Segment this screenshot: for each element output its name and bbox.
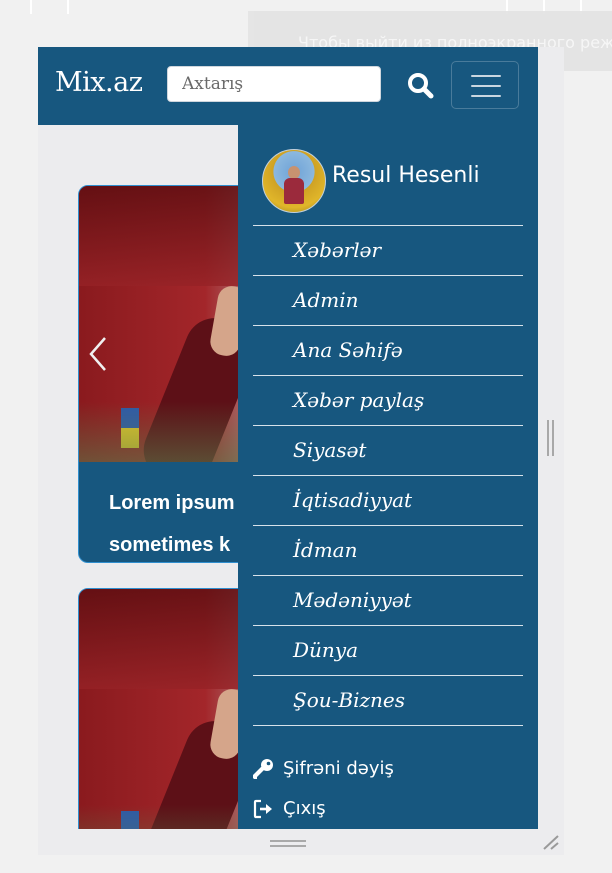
sidebar-nav: Xəbərlər Admin Ana Səhifə Xəbər paylaş S… [253,225,523,726]
sidebar-item-politics[interactable]: Siyasət [253,425,523,475]
navbar-toggle-button[interactable] [451,61,519,109]
ruler-tick [30,0,32,14]
logout-label: Çıxış [283,798,326,819]
navbar: Mix.az [38,47,538,125]
search-icon [408,73,434,99]
bottom-resize-handle[interactable] [270,840,306,847]
sidebar-menu: Resul Hesenli Xəbərlər Admin Ana Səhifə … [238,125,538,855]
sidebar-item-admin[interactable]: Admin [253,275,523,325]
sidebar-item-sport[interactable]: İdman [253,525,523,575]
sidebar-item-share-news[interactable]: Xəbər paylaş [253,375,523,425]
corner-resize-grip[interactable] [541,834,559,850]
resize-grip-icon [543,835,559,850]
chevron-left-icon [89,337,106,371]
user-name: Resul Hesenli [332,163,480,188]
sidebar-item-xeberler[interactable]: Xəbərlər [253,225,523,275]
carousel-prev-button[interactable] [85,334,115,374]
sidebar-item-culture[interactable]: Mədəniyyət [253,575,523,625]
sidebar-item-economy[interactable]: İqtisadiyyat [253,475,523,525]
sidebar-item-show-business[interactable]: Şou-Biznes [253,675,523,726]
search-input[interactable] [167,66,381,102]
sidebar-item-home[interactable]: Ana Səhifə [253,325,523,375]
key-icon [253,759,273,779]
sign-out-icon [253,799,272,819]
avatar [262,149,326,213]
change-password-label: Şifrəni dəyiş [283,758,394,779]
brand-logo[interactable]: Mix.az [55,67,143,98]
ruler-tick [67,0,69,14]
search-button[interactable] [406,71,436,101]
side-resize-handle[interactable] [547,420,555,456]
device-bottom-bar [38,829,564,855]
sidebar-item-world[interactable]: Dünya [253,625,523,675]
device-frame: Mix.az Axtarış Lorem ipsum sometimes k R… [38,47,564,855]
